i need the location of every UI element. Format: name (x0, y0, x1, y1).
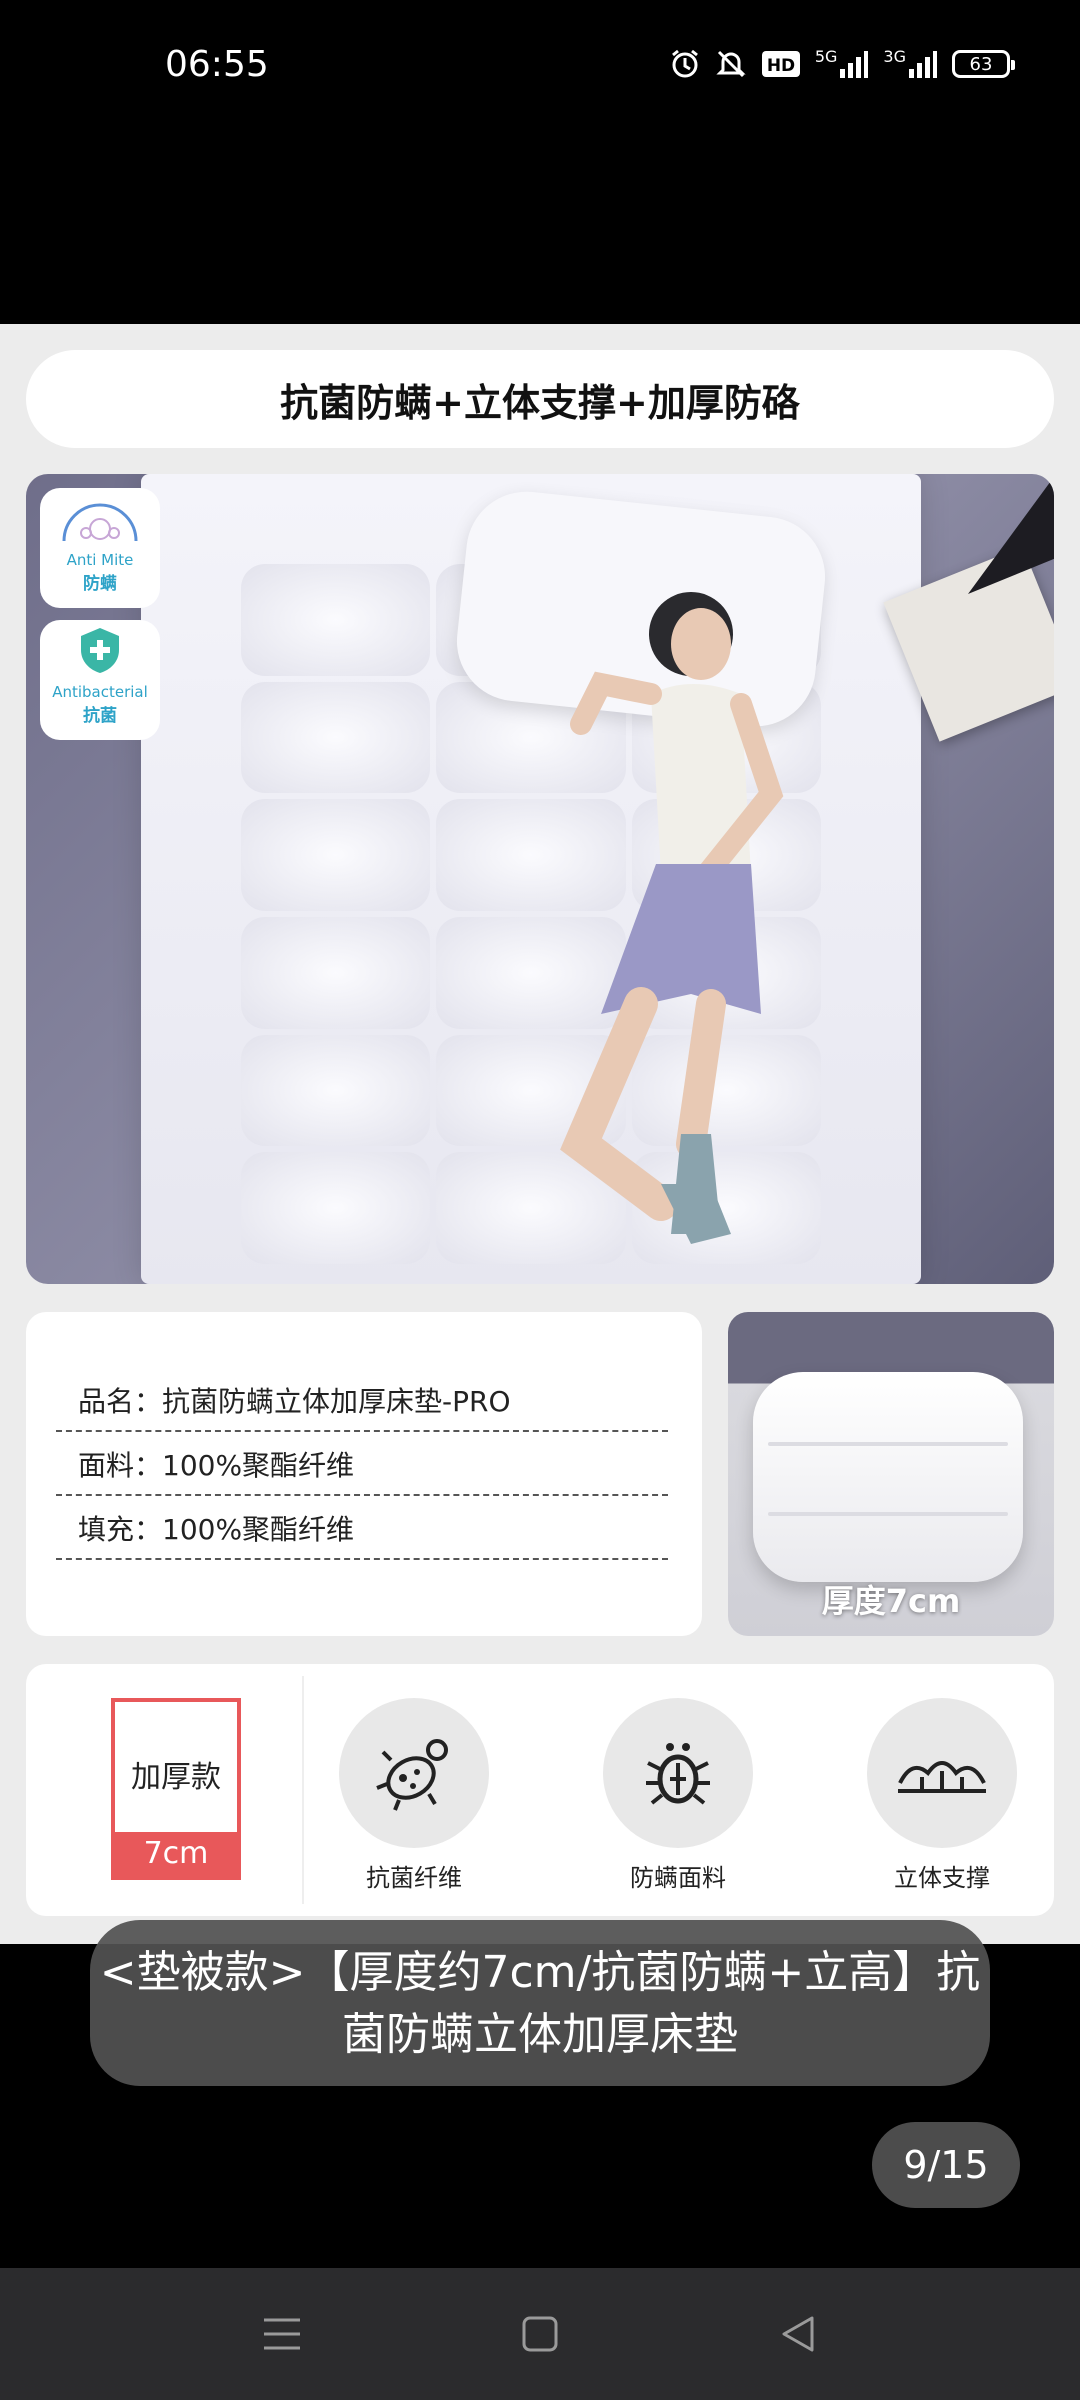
status-time: 06:55 (165, 44, 269, 85)
feature-box: 加厚款 7cm 抗菌纤维 防螨面料 立体支撑 (26, 1664, 1054, 1916)
system-nav-bar (0, 2268, 1080, 2400)
antibacterial-en: Antibacterial (52, 683, 148, 701)
feature-anti-mite-label: 防螨面料 (630, 1864, 726, 1892)
alarm-icon (669, 48, 701, 80)
3g-signal-icon: 3G (883, 49, 938, 79)
folded-mattress-illustration (753, 1372, 1023, 1582)
feature-3d-support: 立体支撑 (852, 1698, 1032, 1893)
anti-mite-badge: Anti Mite 防螨 (40, 488, 160, 608)
fold-line (768, 1442, 1008, 1446)
back-triangle-icon[interactable] (762, 2298, 834, 2370)
thick-version-tag: 加厚款 7cm (111, 1698, 241, 1880)
product-headline: 抗菌防螨+立体支撑+加厚防硌 (26, 350, 1054, 448)
battery-icon: 63 (952, 50, 1015, 78)
spec-name: 品名：抗菌防螨立体加厚床垫-PRO (56, 1370, 668, 1432)
5g-signal-icon: 5G (815, 49, 870, 79)
status-icons: HD 5G 3G 63 (669, 48, 1015, 80)
thickness-photo: 厚度7cm (728, 1312, 1054, 1636)
3g-label: 3G (883, 47, 906, 66)
hd-icon: HD (761, 49, 801, 79)
feature-anti-mite: 防螨面料 (588, 1698, 768, 1893)
product-detail-image[interactable]: 抗菌防螨+立体支撑+加厚防硌 Anti Mite 防螨 Antibacteria… (0, 324, 1080, 1944)
anti-mite-en: Anti Mite (66, 551, 134, 569)
home-square-icon[interactable] (504, 2298, 576, 2370)
thick-version-size: 7cm (115, 1832, 237, 1876)
status-bar: 06:55 HD 5G 3G 63 (0, 0, 1080, 140)
product-caption: <垫被款>【厚度约7cm/抗菌防螨+立高】抗菌防螨立体加厚床垫 (90, 1920, 990, 2086)
support-layers-icon (867, 1698, 1017, 1848)
fold-line (768, 1512, 1008, 1516)
hero-photo: Anti Mite 防螨 Antibacterial 抗菌 (26, 474, 1054, 1284)
mite-bug-icon (603, 1698, 753, 1848)
antibacterial-badge: Antibacterial 抗菌 (40, 620, 160, 740)
divider (302, 1676, 304, 1904)
thickness-caption: 厚度7cm (821, 1582, 961, 1620)
5g-label: 5G (814, 47, 838, 66)
image-page-counter: 9/15 (872, 2122, 1020, 2208)
mute-bell-icon (715, 48, 747, 80)
feature-antibacterial-label: 抗菌纤维 (366, 1864, 462, 1892)
menu-icon[interactable] (246, 2298, 318, 2370)
spec-fabric: 面料：100%聚酯纤维 (56, 1434, 668, 1496)
thick-version-label: 加厚款 (131, 1760, 221, 1795)
mattress-illustration (141, 474, 921, 1284)
anti-mite-zh: 防螨 (83, 574, 117, 594)
mite-icon (60, 503, 140, 547)
sleeping-woman-illustration (560, 592, 784, 1244)
spec-box: 品名：抗菌防螨立体加厚床垫-PRO 面料：100%聚酯纤维 填充：100%聚酯纤… (26, 1312, 702, 1636)
antibacterial-zh: 抗菌 (83, 706, 117, 726)
feature-antibacterial: 抗菌纤维 (324, 1698, 504, 1893)
bacteria-icon (339, 1698, 489, 1848)
spec-filling: 填充：100%聚酯纤维 (56, 1498, 668, 1560)
feature-3d-support-label: 立体支撑 (894, 1864, 990, 1892)
svg-text:HD: HD (767, 56, 795, 76)
shield-cross-icon (75, 625, 125, 679)
